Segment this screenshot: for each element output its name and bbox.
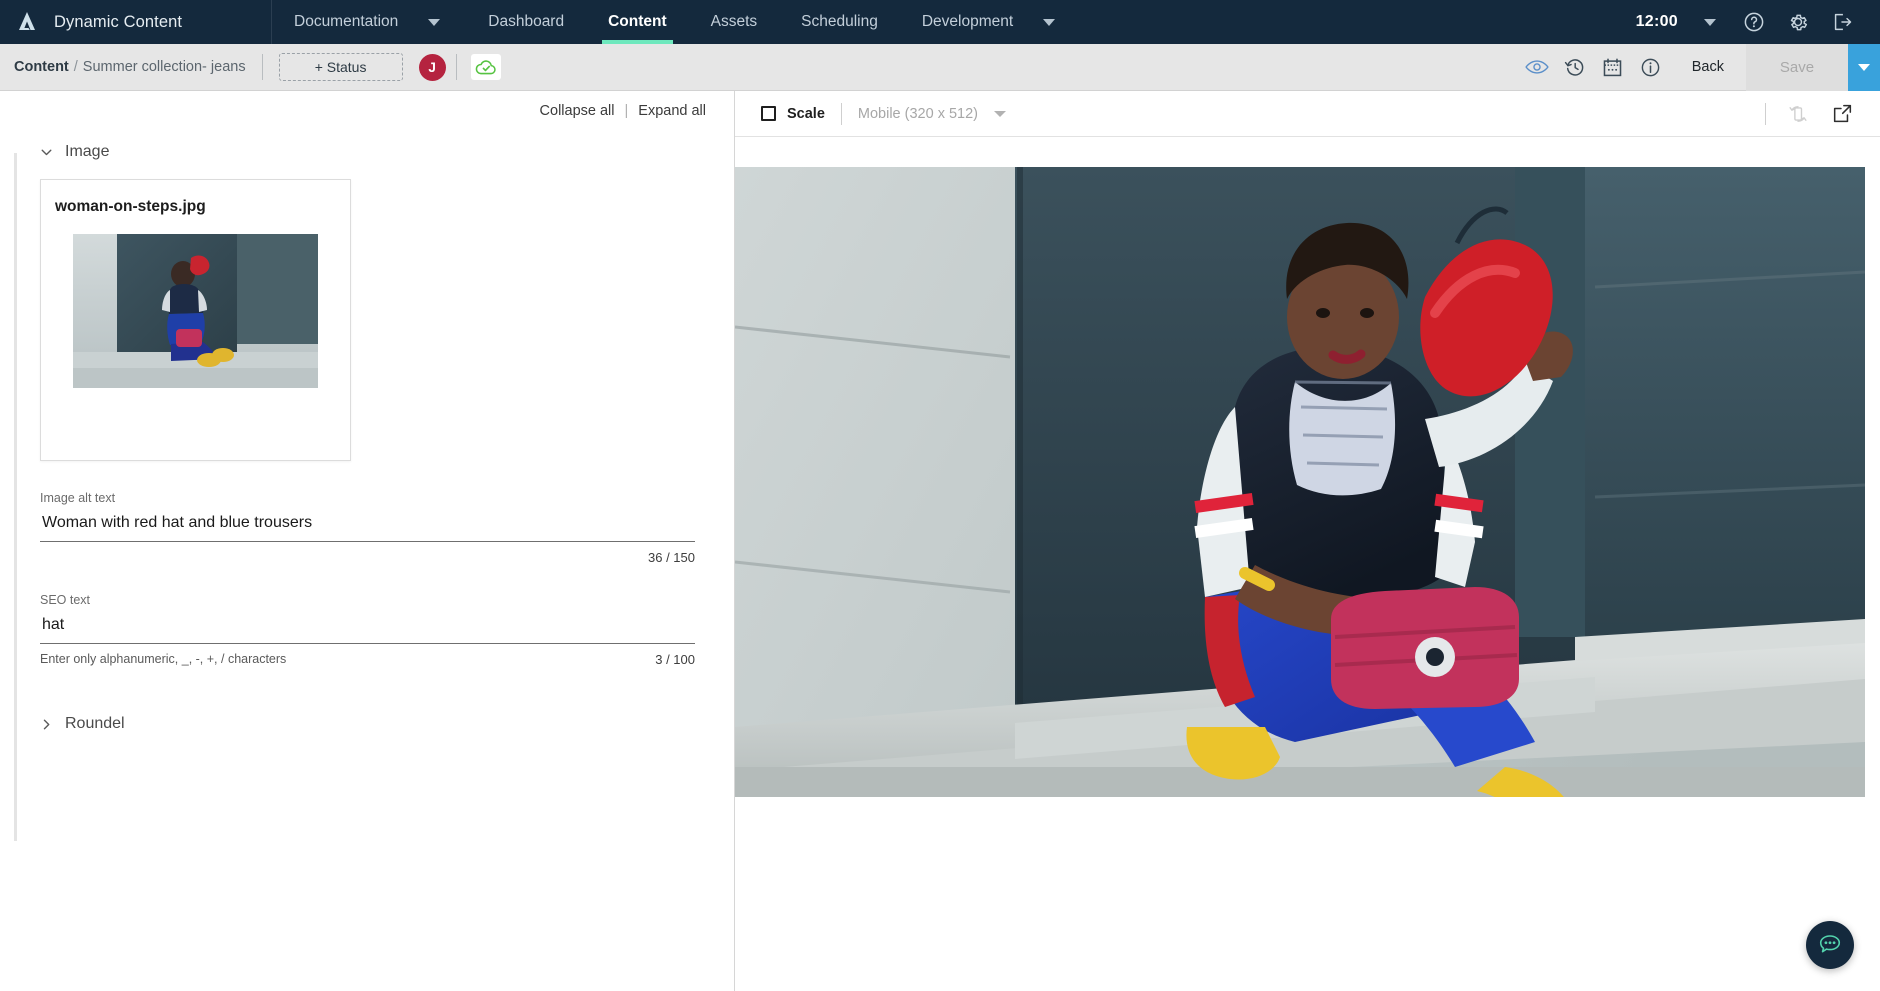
preview-stage	[735, 137, 1880, 991]
chat-support-button[interactable]	[1806, 921, 1854, 969]
open-in-new-icon[interactable]	[1822, 91, 1862, 137]
caret-shape	[428, 18, 441, 26]
form-scroll-area: Image woman-on-steps.jpg Image alt text …	[0, 131, 734, 991]
avatar[interactable]: J	[418, 53, 446, 81]
app-root: Dynamic Content Documentation Dashboard …	[0, 0, 1880, 991]
content-form-panel: Collapse all | Expand all Image woman-on…	[0, 91, 735, 991]
calendar-icon[interactable]	[1594, 44, 1632, 91]
body-split: Collapse all | Expand all Image woman-on…	[0, 91, 1880, 991]
amplience-logo-icon	[14, 9, 40, 35]
nav-label-development: Development	[921, 13, 1014, 30]
nav-label-documentation: Documentation	[294, 13, 399, 30]
field-footer-alt: 36 / 150	[40, 550, 695, 565]
rotate-device-icon[interactable]	[1778, 91, 1818, 137]
top-navigation-bar: Dynamic Content Documentation Dashboard …	[0, 0, 1880, 44]
preview-divider-2	[1765, 102, 1766, 125]
toolbar-right-cluster: Back Save	[1518, 43, 1880, 91]
nav-item-content[interactable]: Content	[586, 0, 689, 44]
device-size-select[interactable]: Mobile (320 x 512)	[858, 106, 1006, 122]
section-title-image: Image	[65, 143, 110, 160]
nav-item-development[interactable]: Development	[900, 0, 1035, 44]
help-icon[interactable]	[1732, 0, 1776, 44]
development-chevron-down-icon[interactable]	[1035, 0, 1081, 44]
preview-toolbar-right	[1765, 91, 1862, 137]
chevron-right-icon	[40, 718, 53, 731]
breadcrumb-separator: /	[73, 59, 78, 75]
expand-all-button[interactable]: Expand all	[638, 103, 706, 119]
breadcrumb-root[interactable]: Content	[14, 59, 69, 75]
nav-label-assets: Assets	[710, 13, 758, 30]
back-button[interactable]: Back	[1670, 59, 1746, 75]
nav-item-documentation[interactable]: Documentation	[272, 0, 420, 44]
add-status-button[interactable]: + Status	[278, 53, 403, 81]
asset-card[interactable]: woman-on-steps.jpg	[40, 179, 351, 461]
field-image-alt-text: Image alt text 36 / 150	[40, 491, 695, 565]
preview-panel: Scale Mobile (320 x 512)	[735, 91, 1880, 991]
section-title-roundel: Roundel	[65, 715, 125, 732]
field-seo-text: SEO text Enter only alphanumeric, _, -, …	[40, 593, 695, 667]
preview-divider	[840, 102, 842, 125]
preview-hero-image	[735, 167, 1865, 797]
nav-label-dashboard: Dashboard	[488, 13, 565, 30]
context-toolbar: Content / Summer collection- jeans + Sta…	[0, 43, 1880, 91]
caret-shape	[1858, 63, 1870, 71]
scale-checkbox[interactable]	[761, 106, 776, 121]
nav-right-cluster: 12:00	[1636, 0, 1880, 44]
save-options-chevron-down-icon[interactable]	[1848, 43, 1880, 91]
gear-icon[interactable]	[1776, 0, 1820, 44]
nav-label-scheduling: Scheduling	[801, 13, 878, 30]
caret-shape	[1043, 18, 1056, 26]
collapse-all-button[interactable]: Collapse all	[540, 103, 615, 119]
field-label-image-alt-text: Image alt text	[40, 491, 116, 505]
field-label-seo-text: SEO text	[40, 593, 91, 607]
clock-display: 12:00	[1635, 13, 1678, 30]
asset-filename: woman-on-steps.jpg	[55, 198, 206, 215]
nav-items: Documentation Dashboard Content Assets S…	[272, 0, 1081, 44]
caret-shape	[1704, 18, 1716, 26]
brand-title: Dynamic Content	[54, 12, 183, 31]
asset-thumbnail	[73, 234, 318, 388]
clock-chevron-down-icon[interactable]	[1688, 0, 1732, 44]
preview-eye-icon[interactable]	[1518, 44, 1556, 91]
cloud-check-icon[interactable]	[470, 54, 501, 80]
nav-item-dashboard[interactable]: Dashboard	[466, 0, 586, 44]
char-counter-seo: 3 / 100	[655, 652, 695, 667]
brand-area[interactable]: Dynamic Content	[0, 0, 272, 44]
field-footer-seo: Enter only alphanumeric, _, -, +, / char…	[40, 652, 695, 667]
char-counter-alt: 36 / 150	[648, 550, 695, 565]
breadcrumb: Content / Summer collection- jeans	[14, 59, 246, 75]
device-size-value: Mobile (320 x 512)	[857, 105, 978, 122]
toolbar-divider	[261, 54, 263, 80]
seo-text-input[interactable]	[40, 614, 695, 644]
nav-label-content: Content	[608, 13, 667, 30]
documentation-chevron-down-icon[interactable]	[420, 0, 466, 44]
section-header-roundel[interactable]: Roundel	[0, 703, 734, 743]
chevron-down-icon	[994, 110, 1006, 117]
field-help-seo: Enter only alphanumeric, _, -, +, / char…	[40, 652, 287, 666]
chevron-down-icon	[40, 146, 53, 159]
section-rail	[14, 153, 17, 841]
nav-item-scheduling[interactable]: Scheduling	[779, 0, 900, 44]
section-header-image[interactable]: Image	[0, 131, 734, 171]
info-icon[interactable]	[1632, 44, 1670, 91]
form-collapse-controls: Collapse all | Expand all	[0, 91, 734, 131]
scale-label: Scale	[787, 105, 825, 122]
preview-toolbar: Scale Mobile (320 x 512)	[735, 91, 1880, 137]
breadcrumb-leaf: Summer collection- jeans	[82, 59, 246, 75]
nav-item-assets[interactable]: Assets	[689, 0, 780, 44]
logout-icon[interactable]	[1820, 0, 1864, 44]
image-alt-text-input[interactable]	[40, 512, 695, 542]
toolbar-divider-2	[455, 54, 457, 80]
controls-divider: |	[624, 103, 629, 119]
version-history-icon[interactable]	[1556, 44, 1594, 91]
save-button[interactable]: Save	[1746, 43, 1848, 91]
